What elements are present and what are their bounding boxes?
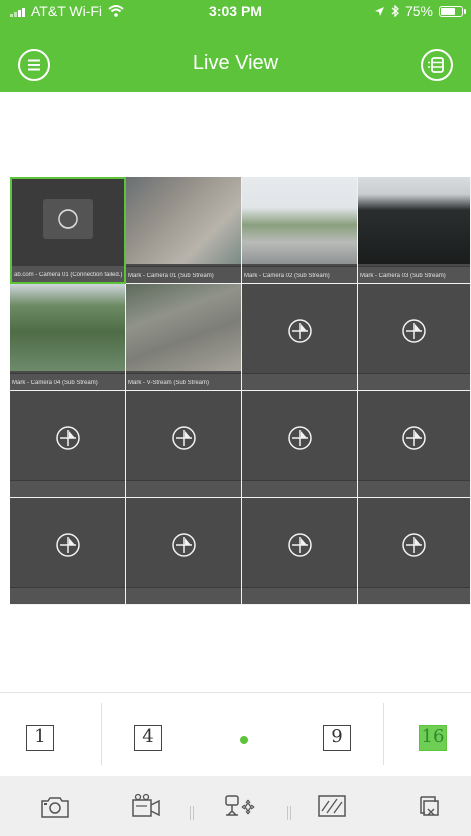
empty-channel-tile[interactable]	[10, 391, 126, 498]
caption-bar	[358, 587, 470, 604]
camera-caption: Mark - V-Stream (Sub Stream)	[128, 380, 210, 386]
video-record-icon	[132, 793, 160, 817]
split-9-button[interactable]: 9	[323, 725, 351, 751]
add-channel-icon	[171, 533, 196, 557]
caption-bar	[10, 587, 125, 604]
camera-caption: ab.com - Camera 01 (Connection failed.)	[14, 272, 122, 278]
add-channel-icon	[287, 533, 312, 557]
camera-caption: Mark - Camera 01 (Sub Stream)	[128, 273, 214, 279]
toolbar-separator	[190, 806, 196, 820]
refresh-button[interactable]	[43, 199, 93, 239]
stream-quality-button[interactable]	[317, 793, 347, 824]
empty-channel-tile[interactable]	[242, 284, 358, 391]
add-channel-icon	[171, 426, 196, 450]
empty-channel-tile[interactable]	[358, 391, 471, 498]
empty-channel-tile[interactable]	[242, 391, 358, 498]
caption-bar	[242, 480, 357, 497]
ptz-control-icon	[225, 795, 255, 816]
empty-channel-tile[interactable]	[126, 391, 242, 498]
camera-feed	[126, 284, 241, 371]
camera-tile-5[interactable]: Mark - Camera 04 (Sub Stream)	[10, 284, 126, 391]
add-channel-icon	[55, 426, 80, 450]
empty-channel-tile[interactable]	[358, 284, 471, 391]
page-indicator-dot	[240, 736, 248, 744]
caption-bar	[126, 480, 241, 497]
close-all-windows-icon	[420, 796, 439, 816]
camera-caption: Mark - Camera 03 (Sub Stream)	[360, 273, 446, 279]
camera-caption: Mark - Camera 02 (Sub Stream)	[244, 273, 330, 279]
empty-channel-tile[interactable]	[242, 498, 358, 605]
divider	[383, 703, 384, 765]
camera-tile-2[interactable]: Mark - Camera 01 (Sub Stream)	[126, 177, 242, 284]
split-mode-bar: 1 4 9 16	[0, 693, 471, 773]
add-channel-icon	[402, 319, 426, 343]
caption-bar	[242, 373, 357, 390]
camera-snapshot-icon	[41, 797, 69, 818]
empty-channel-tile[interactable]	[358, 498, 471, 605]
refresh-icon	[58, 209, 78, 229]
divider	[101, 703, 102, 765]
caption-bar	[358, 373, 470, 390]
ptz-button[interactable]	[222, 793, 258, 826]
record-button[interactable]	[130, 793, 162, 824]
layout-switch-icon	[428, 57, 444, 73]
split-16-button[interactable]: 16	[419, 725, 447, 751]
add-channel-icon	[402, 533, 426, 557]
camera-tile-6[interactable]: Mark - V-Stream (Sub Stream)	[126, 284, 242, 391]
empty-channel-tile[interactable]	[10, 498, 126, 605]
camera-feed	[242, 177, 357, 264]
status-right: 75%	[374, 3, 466, 19]
add-channel-icon	[55, 533, 80, 557]
caption-bar	[10, 480, 125, 497]
camera-tile-1[interactable]: ab.com - Camera 01 (Connection failed.)	[10, 177, 126, 284]
location-arrow-icon	[374, 6, 384, 16]
nav-bar: Live View	[0, 22, 471, 92]
battery-percent: 75%	[404, 3, 433, 19]
bottom-toolbar	[0, 776, 471, 836]
caption-bar	[242, 587, 357, 604]
camera-tile-3[interactable]: Mark - Camera 02 (Sub Stream)	[242, 177, 358, 284]
caption-bar	[126, 587, 241, 604]
empty-channel-tile[interactable]	[126, 498, 242, 605]
add-channel-icon	[402, 426, 426, 450]
close-all-button[interactable]	[415, 793, 443, 826]
caption-bar	[358, 480, 470, 497]
camera-grid: ab.com - Camera 01 (Connection failed.) …	[10, 177, 471, 605]
camera-feed	[358, 177, 470, 264]
layout-switch-button[interactable]	[421, 49, 453, 81]
camera-caption: Mark - Camera 04 (Sub Stream)	[12, 380, 98, 386]
add-channel-icon	[287, 426, 312, 450]
status-bar: AT&T Wi-Fi 3:03 PM 75%	[0, 0, 471, 22]
toolbar-separator	[287, 806, 293, 820]
add-channel-icon	[287, 319, 312, 343]
camera-tile-4[interactable]: Mark - Camera 03 (Sub Stream)	[358, 177, 471, 284]
page-title: Live View	[192, 52, 279, 74]
split-1-button[interactable]: 1	[26, 725, 54, 751]
split-4-button[interactable]: 4	[134, 725, 162, 751]
bluetooth-icon	[391, 5, 399, 17]
stream-quality-icon	[318, 795, 346, 817]
snapshot-button[interactable]	[40, 793, 70, 824]
camera-feed	[126, 177, 241, 264]
battery-icon	[439, 5, 466, 17]
camera-feed	[10, 284, 125, 371]
